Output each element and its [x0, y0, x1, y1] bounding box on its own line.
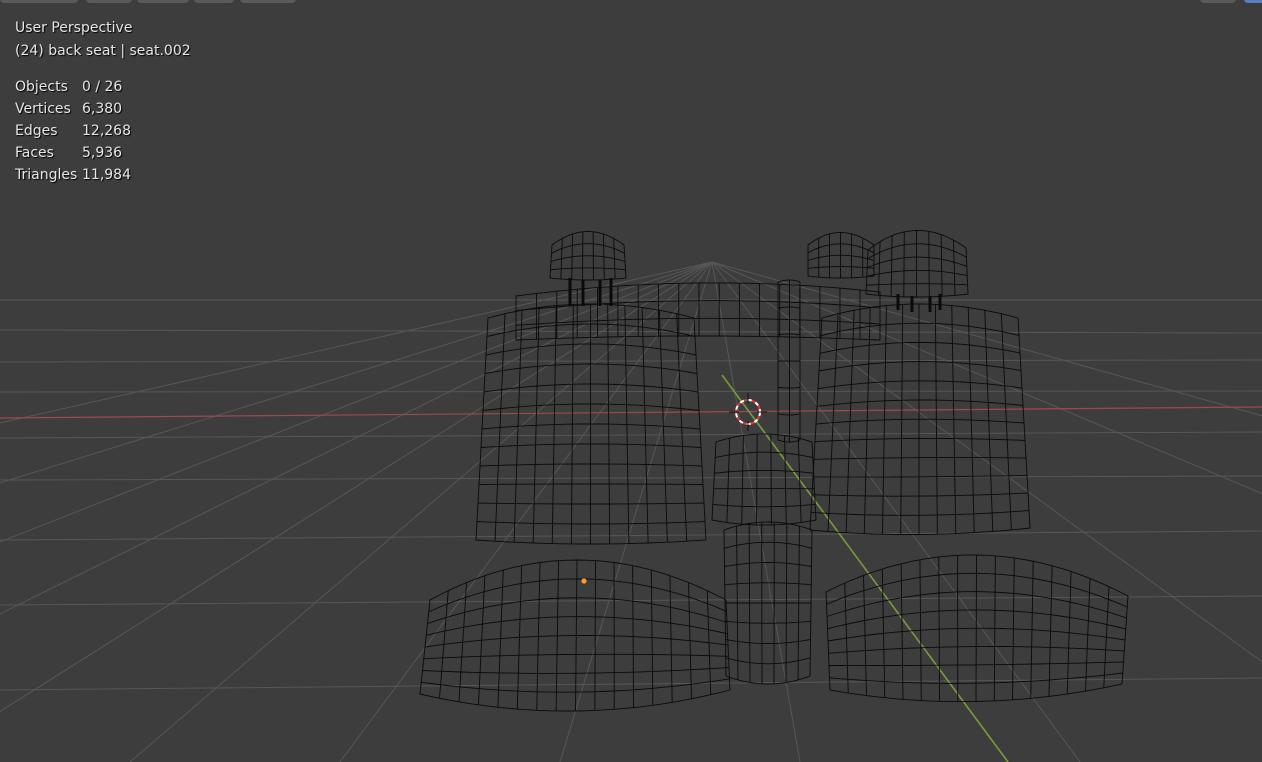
middle-headrest-mesh [807, 232, 875, 279]
stat-value: 0 / 26 [82, 79, 123, 95]
left-headrest-mesh [549, 231, 627, 281]
viewport-scene[interactable] [0, 0, 1262, 762]
active-object-label: (24) back seat | seat.002 [15, 43, 191, 59]
stat-value: 12,268 [82, 123, 131, 139]
console-bin-mesh [723, 521, 813, 685]
stat-label: Vertices [15, 101, 71, 117]
scene-statistics: Objects 0 / 26 Vertices 6,380 Edges 12,2… [15, 76, 131, 186]
stat-label: Faces [15, 145, 54, 161]
selected-object-origin [581, 578, 587, 584]
stat-value: 5,936 [82, 145, 123, 161]
stat-row-faces: Faces 5,936 [15, 142, 131, 164]
left-seatback-mesh [475, 303, 707, 545]
left-cushion-mesh [419, 559, 731, 712]
stat-value: 6,380 [82, 101, 123, 117]
stat-label: Triangles [15, 167, 78, 183]
stat-label: Objects [15, 79, 68, 95]
stat-row-vertices: Vertices 6,380 [15, 98, 131, 120]
center-console-mesh [711, 433, 817, 526]
stat-row-triangles: Triangles 11,984 [15, 164, 131, 186]
x-axis-line [0, 406, 1262, 419]
seat-belt-mesh [777, 279, 801, 443]
stat-value: 11,984 [82, 167, 131, 183]
floor-grid [0, 261, 1262, 762]
view-perspective-label: User Perspective [15, 20, 133, 36]
stat-row-edges: Edges 12,268 [15, 120, 131, 142]
right-headrest-mesh [865, 230, 969, 298]
stat-label: Edges [15, 123, 58, 139]
seat-wireframe-mesh[interactable] [419, 230, 1129, 712]
3d-viewport[interactable]: User Perspective (24) back seat | seat.0… [0, 0, 1262, 762]
stat-row-objects: Objects 0 / 26 [15, 76, 131, 98]
